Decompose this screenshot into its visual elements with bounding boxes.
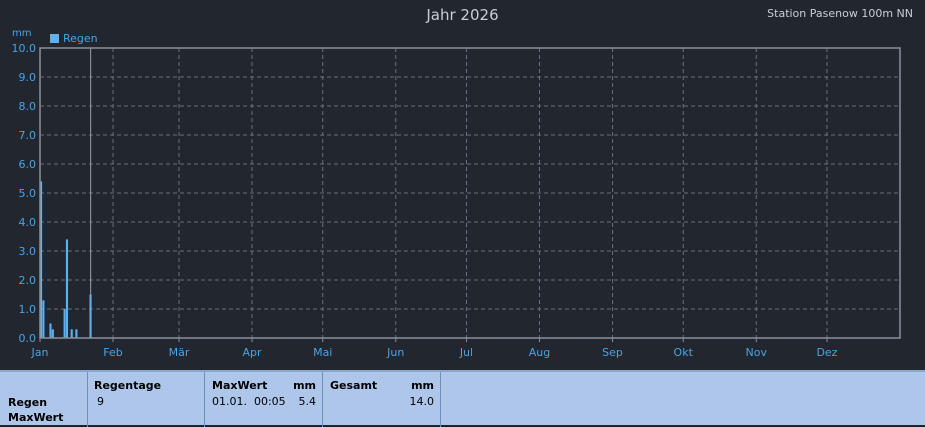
rain-bar	[70, 329, 73, 338]
gesamt-unit: mm	[411, 379, 434, 392]
rain-bar	[49, 323, 52, 338]
station-label: Station Pasenow 100m NN	[767, 7, 913, 20]
y-tick-label: 2.0	[19, 274, 37, 287]
chart-area: 0.0 1.0 2.0 3.0 4.0 5.0 6.0 7.0 8.0 9.0 10.0 Jan Feb…	[0, 0, 925, 370]
row-label-maxwert: MaxWert	[8, 411, 64, 424]
stats-row-labels: Regen MaxWert	[0, 372, 88, 427]
y-tick-label: 7.0	[19, 129, 37, 142]
y-tick-label: 6.0	[19, 158, 37, 171]
stats-gesamt: Gesamt mm 14.0	[323, 372, 441, 427]
rain-bar	[63, 309, 66, 338]
y-tick-label: 3.0	[19, 245, 37, 258]
maxwert-time: 01.01. 00:05	[212, 395, 286, 408]
legend-swatch	[50, 34, 59, 43]
stats-panel: Regen MaxWert Regentage 9 MaxWert mm 01.…	[0, 370, 925, 427]
maxwert-unit: mm	[293, 379, 316, 392]
y-axis-unit: mm	[12, 28, 32, 39]
rain-bar	[51, 329, 54, 338]
y-tick-label: 5.0	[19, 187, 37, 200]
x-tick-label: Nov	[746, 346, 768, 359]
stats-regentage: Regentage 9	[88, 372, 205, 427]
regentage-label: Regentage	[94, 379, 162, 392]
y-tick-label: 1.0	[19, 303, 37, 316]
x-tick-label: Jun	[386, 346, 404, 359]
row-label-regen: Regen	[8, 396, 48, 409]
maxwert-value: 5.4	[298, 395, 317, 408]
rain-bar	[89, 294, 92, 338]
rain-bar	[75, 329, 78, 338]
gesamt-label: Gesamt	[330, 379, 378, 392]
legend: Regen	[50, 32, 98, 45]
y-tick-label: 8.0	[19, 100, 37, 113]
maxwert-label: MaxWert	[212, 379, 268, 392]
gesamt-value: 14.0	[409, 395, 435, 408]
rain-bar	[65, 239, 69, 338]
legend-label: Regen	[63, 32, 98, 45]
x-tick-label: Okt	[674, 346, 694, 359]
y-tick-label: 10.0	[12, 42, 37, 55]
y-tick-label: 9.0	[19, 71, 37, 84]
x-tick-label: Mär	[169, 346, 190, 359]
x-tick-label: Jan	[31, 346, 49, 359]
rain-bar	[42, 300, 45, 338]
x-tick-label: Aug	[529, 346, 550, 359]
x-tick-label: Apr	[243, 346, 263, 359]
x-tick-label: Mai	[313, 346, 332, 359]
stats-maxwert: MaxWert mm 01.01. 00:05 5.4	[205, 372, 323, 427]
rain-chart: 0.0 1.0 2.0 3.0 4.0 5.0 6.0 7.0 8.0 9.0 10.0 Jan Feb…	[12, 42, 901, 359]
y-tick-label: 0.0	[19, 332, 37, 345]
x-tick-label: Jul	[459, 346, 473, 359]
x-tick-label: Feb	[103, 346, 122, 359]
x-tick-label: Dez	[816, 346, 837, 359]
x-tick-label: Sep	[602, 346, 623, 359]
regentage-value: 9	[97, 395, 104, 408]
y-tick-label: 4.0	[19, 216, 37, 229]
